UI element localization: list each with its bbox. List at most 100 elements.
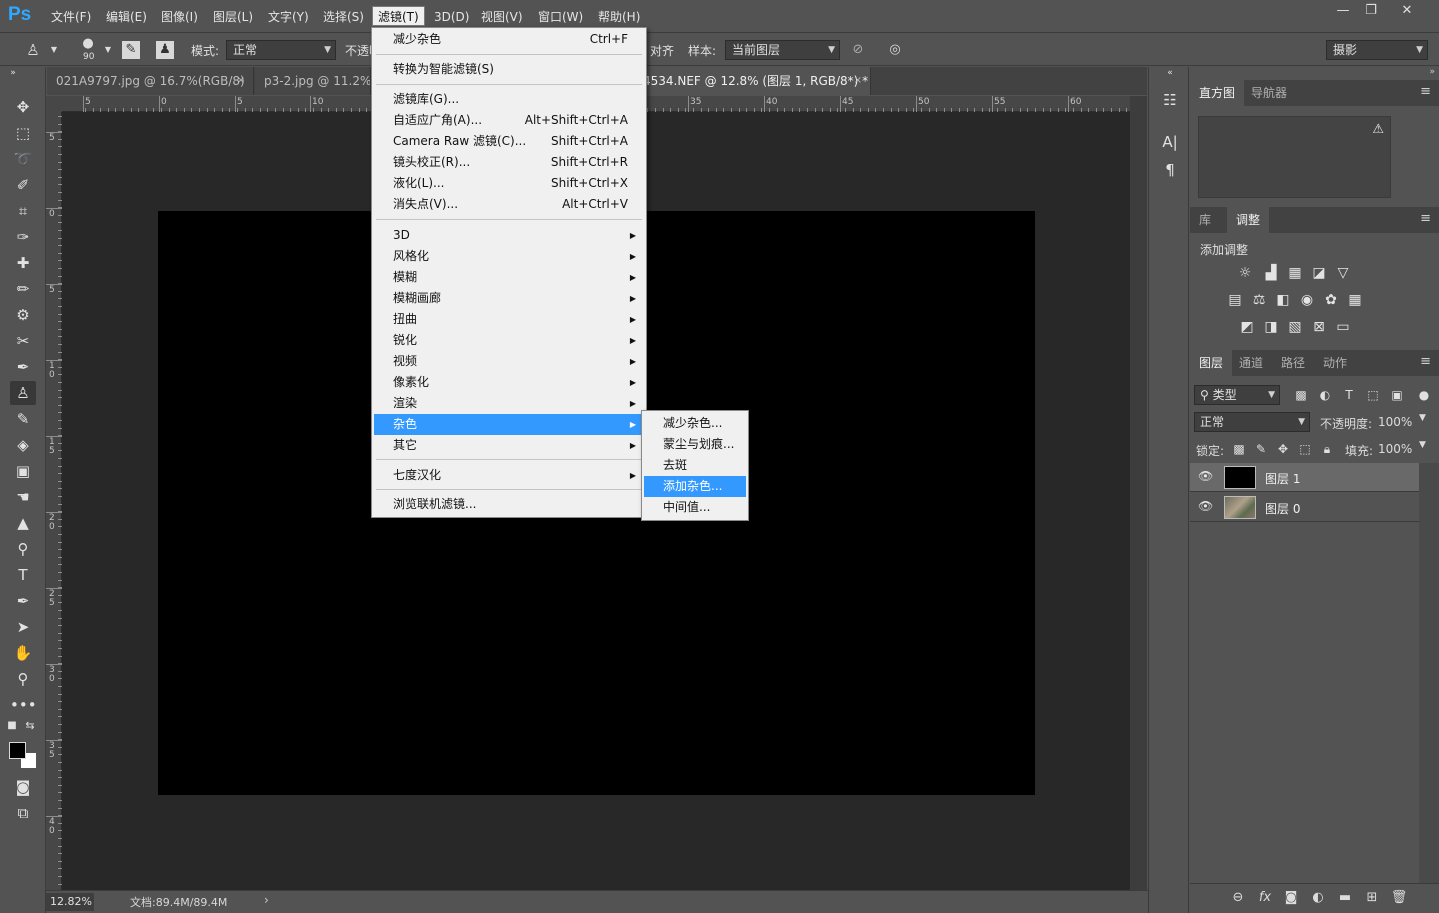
move-tool-icon[interactable]: ✥ <box>10 95 36 119</box>
menu-item-3d[interactable]: 3D ▶ <box>374 225 644 246</box>
tab-histogram[interactable]: 直方图 <box>1190 80 1245 106</box>
menu-item-lens-correction[interactable]: 镜头校正(R)... Shift+Ctrl+R <box>374 152 644 173</box>
lock-all-icon[interactable]: 🔒︎ <box>1318 440 1336 458</box>
hue-saturation-icon[interactable]: ▤ <box>1225 290 1245 310</box>
new-group-icon[interactable]: ▬ <box>1335 888 1355 908</box>
default-colors-icon[interactable]: ■ <box>4 719 20 733</box>
dodge-tool-icon[interactable]: ⚲ <box>10 537 36 561</box>
new-layer-icon[interactable]: ⊞ <box>1362 888 1382 908</box>
tab-document-1[interactable]: 021A9797.jpg @ 16.7%(RGB/8) × <box>47 67 254 95</box>
lock-transparent-icon[interactable]: ▩ <box>1230 440 1248 458</box>
photo-filter-icon[interactable]: ◉ <box>1297 290 1317 310</box>
type-tool-icon[interactable]: T <box>10 563 36 587</box>
clone-source-icon[interactable]: ♟ <box>156 41 174 59</box>
lasso-tool-icon[interactable]: ➰ <box>10 147 36 171</box>
menu-item-last-filter[interactable]: 减少杂色 Ctrl+F <box>374 29 644 50</box>
filter-toggle-icon[interactable]: ● <box>1415 385 1433 405</box>
menu-item-stylize[interactable]: 风格化 ▶ <box>374 246 644 267</box>
eraser-tool-icon[interactable]: ◈ <box>10 433 36 457</box>
menu-image[interactable]: 图像(I) <box>156 7 203 27</box>
close-icon[interactable]: × <box>854 67 862 95</box>
submenu-item-despeckle[interactable]: 去斑 <box>644 455 746 476</box>
submenu-item-dust-scratches[interactable]: 蒙尘与划痕... <box>644 434 746 455</box>
menu-item-pixelate[interactable]: 像素化 ▶ <box>374 372 644 393</box>
foreground-color-swatch[interactable] <box>9 742 26 759</box>
curves-icon[interactable]: ▦ <box>1285 263 1305 283</box>
menu-file[interactable]: 文件(F) <box>46 7 96 27</box>
chevron-down-icon[interactable]: ▼ <box>99 41 117 59</box>
sample-select[interactable]: 当前图层 ▼ <box>725 40 840 60</box>
workspace-select[interactable]: 摄影 ▼ <box>1326 40 1428 60</box>
mode-select[interactable]: 正常 ▼ <box>226 40 336 60</box>
screen-mode-icon[interactable]: ⧉ <box>10 801 36 825</box>
quick-select-tool-icon[interactable]: ✐ <box>10 173 36 197</box>
menu-item-render[interactable]: 渲染 ▶ <box>374 393 644 414</box>
submenu-item-median[interactable]: 中间值... <box>644 497 746 518</box>
zoom-level-field[interactable]: 12.82% <box>46 893 94 911</box>
tab-paths[interactable]: 路径 <box>1272 350 1314 376</box>
swap-colors-icon[interactable]: ⇆ <box>22 719 38 733</box>
submenu-item-add-noise[interactable]: 添加杂色... <box>644 476 746 497</box>
selective-color-icon[interactable]: ⊠ <box>1309 317 1329 337</box>
tab-actions[interactable]: 动作 <box>1314 350 1356 376</box>
threshold-icon[interactable]: ▧ <box>1285 317 1305 337</box>
chevron-down-icon[interactable]: ▼ <box>1419 413 1426 423</box>
sharpen-tool-icon[interactable]: ▲ <box>10 511 36 535</box>
maximize-button[interactable]: ❐ <box>1356 2 1386 20</box>
trash-icon[interactable]: 🗑︎ <box>1389 888 1409 908</box>
color-lookup-icon[interactable]: ▦ <box>1345 290 1365 310</box>
menu-item-distort[interactable]: 扭曲 ▶ <box>374 309 644 330</box>
zoom-tool-icon[interactable]: ⚲ <box>10 667 36 691</box>
close-icon[interactable]: × <box>237 67 245 95</box>
menu-edit[interactable]: 编辑(E) <box>101 7 152 27</box>
menu-item-browse-online-filters[interactable]: 浏览联机滤镜... <box>374 494 644 515</box>
submenu-item-reduce-noise[interactable]: 减少杂色... <box>644 413 746 434</box>
tab-document-2[interactable]: p3-2.jpg @ 11.2%(R <box>255 67 371 95</box>
menu-item-adaptive-wide-angle[interactable]: 自适应广角(A)... Alt+Shift+Ctrl+A <box>374 110 644 131</box>
clone-stamp-icon[interactable]: ♙ <box>24 41 42 59</box>
clone-stamp-tool-icon[interactable]: ♙ <box>10 381 36 405</box>
paragraph-panel-icon[interactable]: ¶ <box>1158 159 1182 181</box>
fill-value[interactable]: 100% <box>1378 442 1412 456</box>
lock-position-icon[interactable]: ✥ <box>1274 440 1292 458</box>
add-mask-icon[interactable]: ◙ <box>1281 888 1301 908</box>
menu-3d[interactable]: 3D(D) <box>429 7 474 27</box>
layer-row[interactable]: 👁︎ 图层 1 <box>1190 463 1419 492</box>
pen-tool-icon[interactable]: ✒ <box>10 589 36 613</box>
filter-shape-icon[interactable]: ⬚ <box>1364 385 1382 405</box>
menu-type[interactable]: 文字(Y) <box>263 7 314 27</box>
layer-filter-select[interactable]: ⚲ 类型 ▼ <box>1194 385 1280 405</box>
art-history-brush-tool-icon[interactable]: ✎ <box>10 407 36 431</box>
chevron-down-icon[interactable]: ▼ <box>45 41 63 59</box>
healing-brush-tool-icon[interactable]: ✚ <box>10 251 36 275</box>
link-layers-icon[interactable]: ⊖ <box>1228 888 1248 908</box>
crop-tool-icon[interactable]: ⌗ <box>10 199 36 223</box>
warning-icon[interactable]: ⚠ <box>1372 122 1384 137</box>
vertical-scrollbar[interactable] <box>1130 96 1147 890</box>
marquee-tool-icon[interactable]: ⬚ <box>10 121 36 145</box>
menu-window[interactable]: 窗口(W) <box>533 7 588 27</box>
menu-select[interactable]: 选择(S) <box>318 7 369 27</box>
menu-item-noise[interactable]: 杂色 ▶ <box>374 414 644 435</box>
layer-row[interactable]: 👁︎ 图层 0 <box>1190 493 1419 522</box>
layer-style-icon[interactable]: fx <box>1255 888 1275 908</box>
lock-artboard-icon[interactable]: ⬚ <box>1296 440 1314 458</box>
smudge-tool-icon[interactable]: ☚ <box>10 485 36 509</box>
menu-filter[interactable]: 滤镜(T) <box>372 6 425 26</box>
more-tools-icon[interactable]: ••• <box>10 693 37 717</box>
menu-item-liquify[interactable]: 液化(L)... Shift+Ctrl+X <box>374 173 644 194</box>
brush-panel-icon[interactable]: ✎ <box>122 41 140 59</box>
chevron-down-icon[interactable]: ▼ <box>1419 440 1426 450</box>
menu-item-filter-gallery[interactable]: 滤镜库(G)... <box>374 89 644 110</box>
brush-preset-icon[interactable]: ● <box>79 35 97 53</box>
menu-layer[interactable]: 图层(L) <box>208 7 258 27</box>
menu-item-other[interactable]: 其它 ▶ <box>374 435 644 456</box>
eye-icon[interactable]: 👁︎ <box>1198 469 1213 483</box>
expand-toolbar-icon[interactable]: » <box>6 67 20 79</box>
exposure-icon[interactable]: ◪ <box>1309 263 1329 283</box>
vibrance-icon[interactable]: ▽ <box>1333 263 1353 283</box>
menu-item-vanishing-point[interactable]: 消失点(V)... Alt+Ctrl+V <box>374 194 644 215</box>
channel-mixer-icon[interactable]: ✿ <box>1321 290 1341 310</box>
tab-channels[interactable]: 通道 <box>1230 350 1272 376</box>
quick-mask-icon[interactable]: ◙ <box>10 775 36 799</box>
